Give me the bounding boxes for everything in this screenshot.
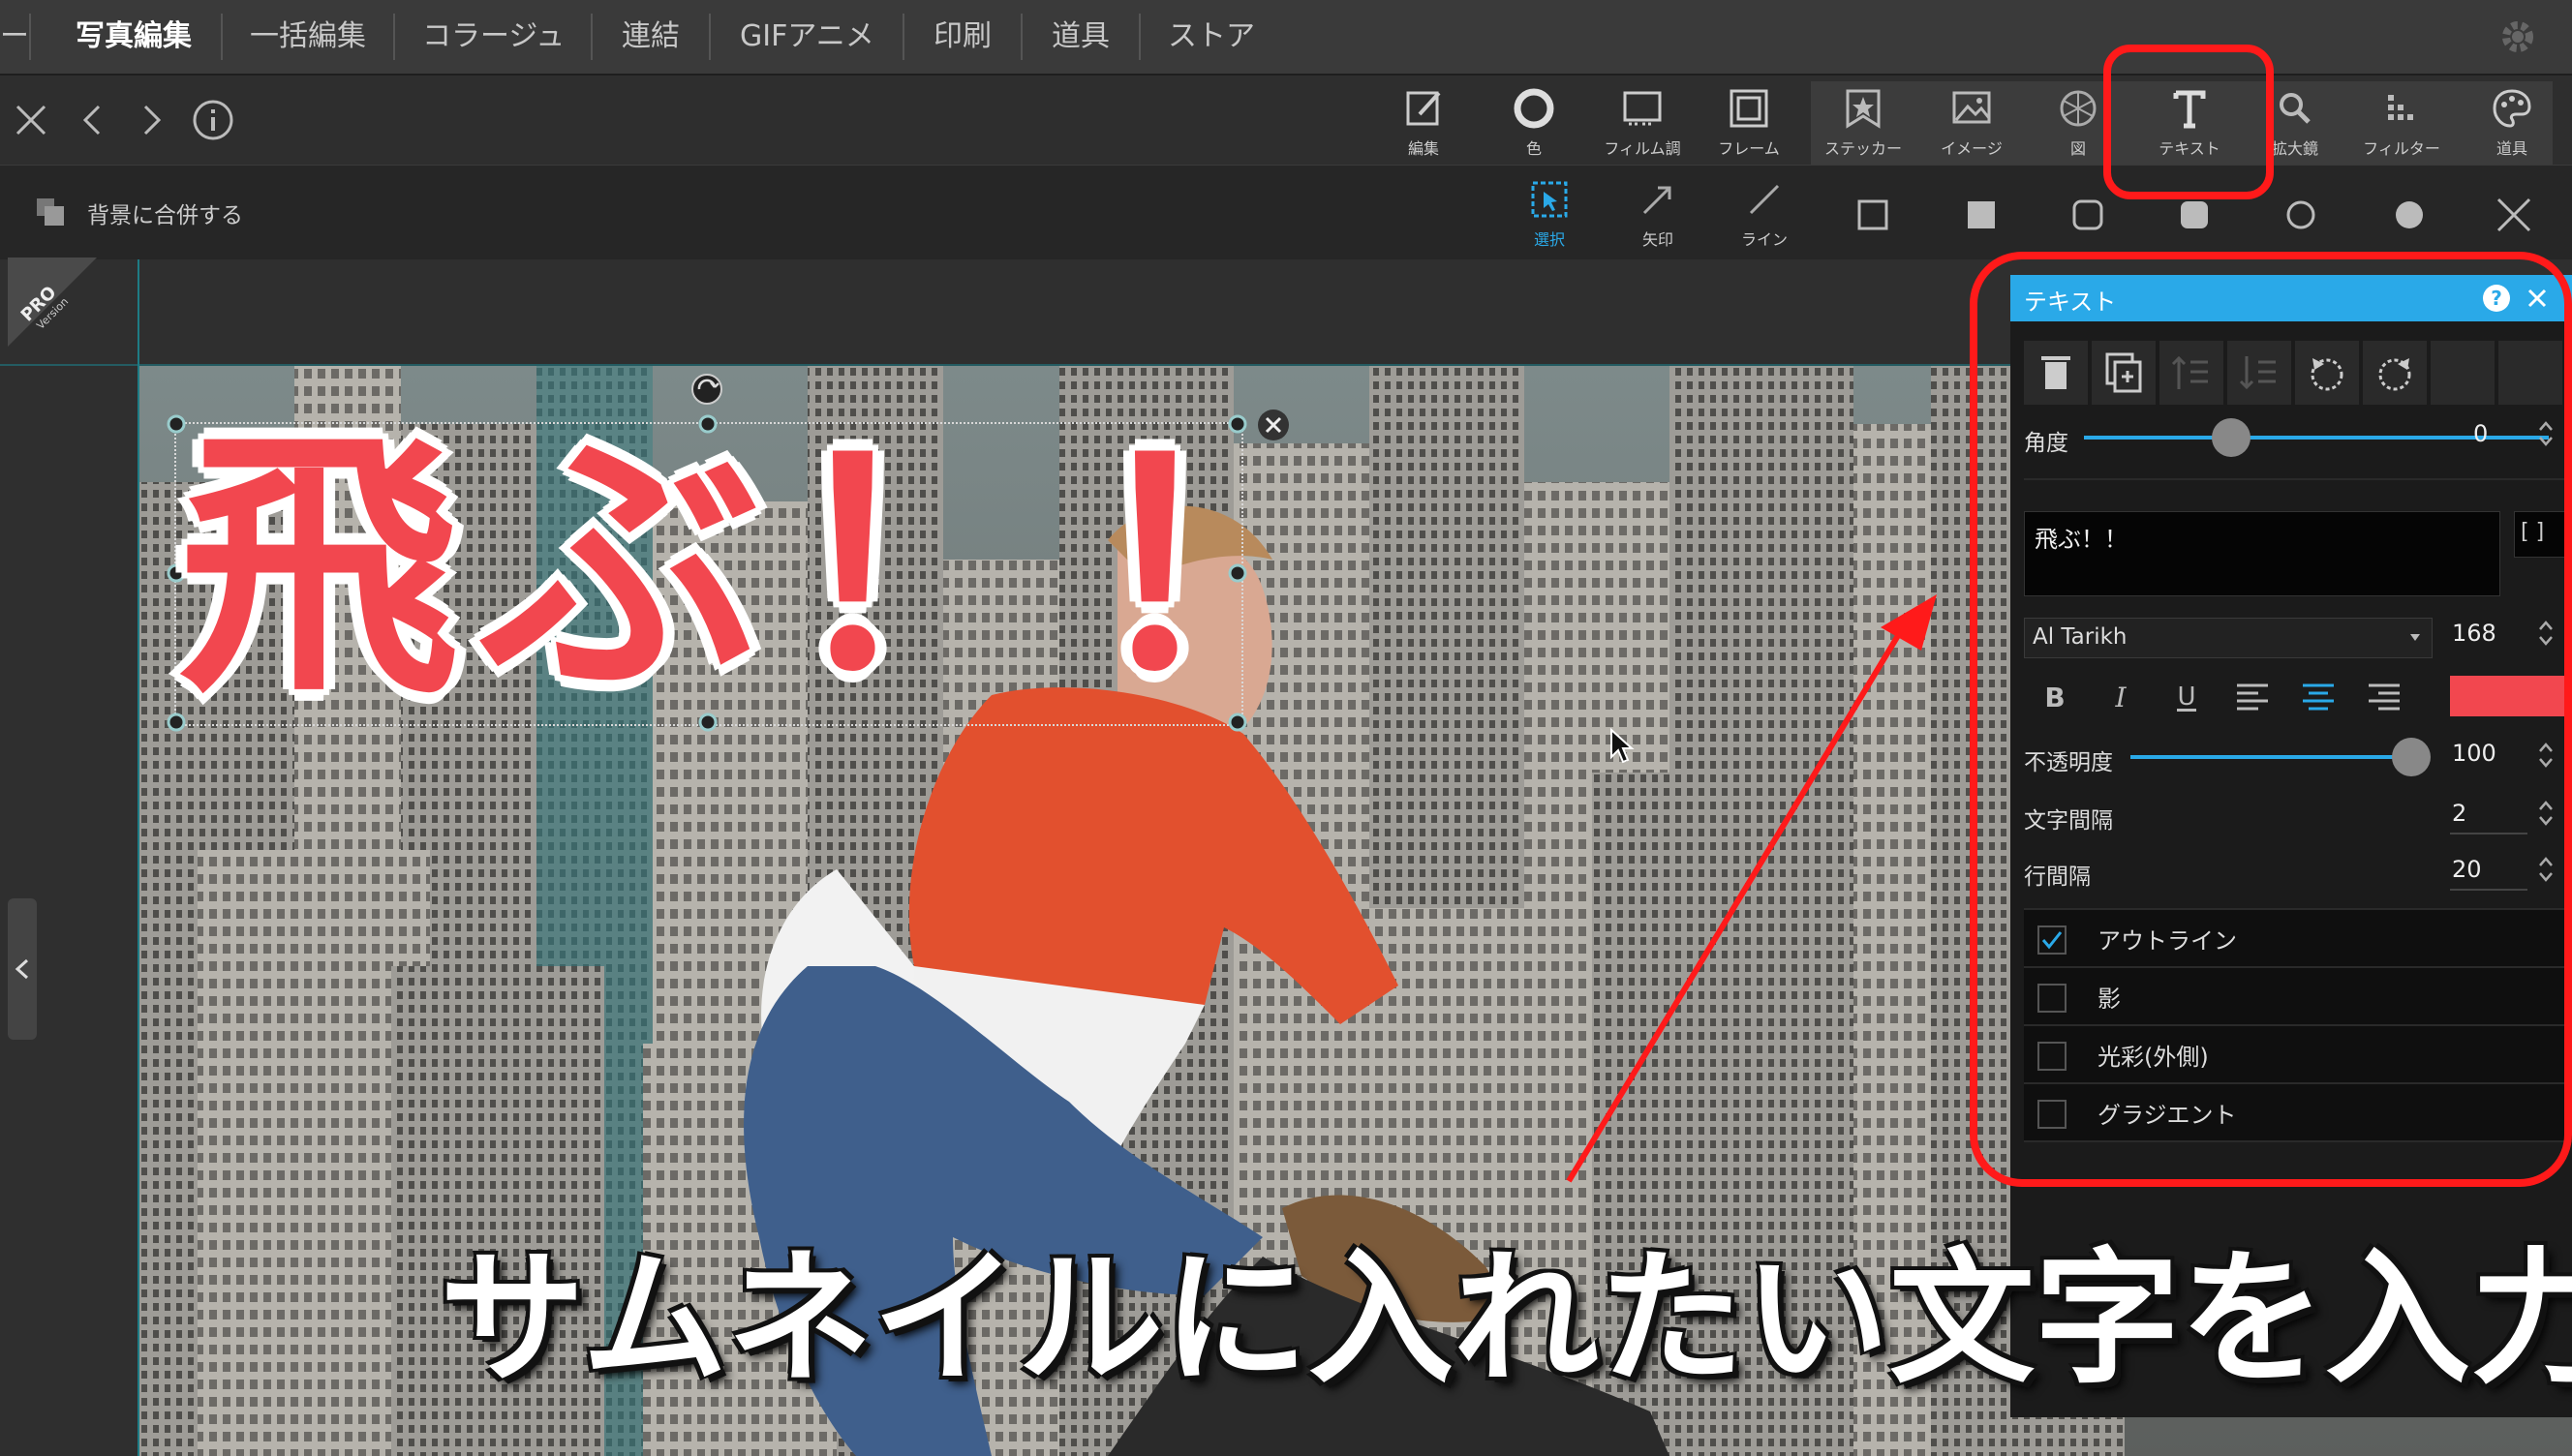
nav-tab-store[interactable]: ストア [1168,0,1255,74]
settings-gear-icon[interactable] [2498,17,2537,56]
image-icon [1952,91,1991,124]
sticker-icon [1846,89,1881,129]
tool-edit[interactable]: 編集 [1375,76,1472,165]
select-cursor-icon [1531,181,1568,218]
tool-frame[interactable]: フレーム [1700,76,1797,165]
rectangle-outline-icon[interactable] [1855,197,1890,232]
color-icon [1514,88,1554,129]
nav-tab-collage[interactable]: コラージュ [422,0,565,74]
palette-icon [2493,89,2531,128]
circle-filled-icon[interactable] [2392,197,2427,232]
circle-outline-icon[interactable] [2283,197,2318,232]
arrow-tool[interactable]: 矢印 [1619,180,1697,249]
nav-tab-tools[interactable]: 道具 [1052,0,1110,74]
nav-separator [221,14,223,60]
rounded-rect-outline-icon[interactable] [2070,197,2105,232]
select-tool[interactable]: 選択 [1511,180,1588,249]
tool-image[interactable]: イメージ [1923,76,2020,165]
chevron-left-icon [15,958,29,980]
nav-tab-batch-edit[interactable]: 一括編集 [250,0,366,74]
info-icon[interactable] [192,99,234,141]
nav-tab-photo-edit[interactable]: 写真編集 [76,0,192,74]
highlight-text-tool [2103,45,2274,199]
back-chevron-icon[interactable] [77,103,107,137]
line-label: ライン [1740,230,1788,249]
magnifier-icon [2280,93,2311,124]
merge-background-button[interactable]: 背景に合併する [87,197,243,229]
nav-separator [29,14,31,60]
close-icon[interactable] [14,103,48,137]
edit-icon [1406,91,1441,126]
overlay-title-text[interactable]: 飛ぶ！！ [178,395,1365,743]
film-icon [1623,91,1662,126]
side-panel-toggle[interactable] [8,898,37,1040]
merge-layers-icon[interactable] [33,195,68,229]
tool-color[interactable]: 色 [1485,76,1582,165]
frame-icon [1730,89,1768,128]
tool-sticker[interactable]: ステッカー [1815,76,1912,165]
tool-label: フィルター [2363,139,2440,158]
tool-label: ステッカー [1823,139,1902,158]
forward-chevron-icon[interactable] [138,103,167,137]
nav-separator [1139,14,1141,60]
filter-icon [2388,95,2413,120]
nav-tab-print[interactable]: 印刷 [934,0,992,74]
tool-film[interactable]: フィルム調 [1594,76,1691,165]
tool-label: フィルム調 [1604,139,1681,158]
highlight-text-panel [1970,252,2572,1187]
tool-label: 編集 [1407,139,1439,158]
tool-label: イメージ [1941,139,2003,158]
arrow-icon [1642,186,1671,215]
rounded-rect-filled-icon[interactable] [2177,197,2212,232]
nav-separator [591,14,593,60]
nav-separator [903,14,904,60]
nav-tab-truncated[interactable]: ー [0,0,29,74]
rectangle-filled-icon[interactable] [1964,197,1999,232]
select-label: 選択 [1533,230,1565,249]
arrow-label: 矢印 [1641,230,1673,249]
tool-filter[interactable]: フィルター [2353,76,2450,165]
nav-separator [393,14,395,60]
annotation-arrow [1566,594,1937,1183]
close-shape-toolbar-icon[interactable] [2493,194,2535,236]
tool-label: 色 [1525,139,1542,158]
tool-label: 道具 [2495,139,2527,158]
nav-separator [709,14,711,60]
tool-palette[interactable]: 道具 [2465,76,2558,165]
nav-separator [1021,14,1023,60]
tool-label: フレーム [1718,139,1780,158]
caption-text: サムネイルに入れたい文字を入力 [440,1235,2572,1404]
shape-icon [2060,90,2097,127]
line-tool[interactable]: ライン [1726,180,1803,249]
line-icon [1749,184,1780,215]
nav-tab-gif[interactable]: GIFアニメ [740,0,874,74]
nav-tab-combine[interactable]: 連結 [622,0,680,74]
